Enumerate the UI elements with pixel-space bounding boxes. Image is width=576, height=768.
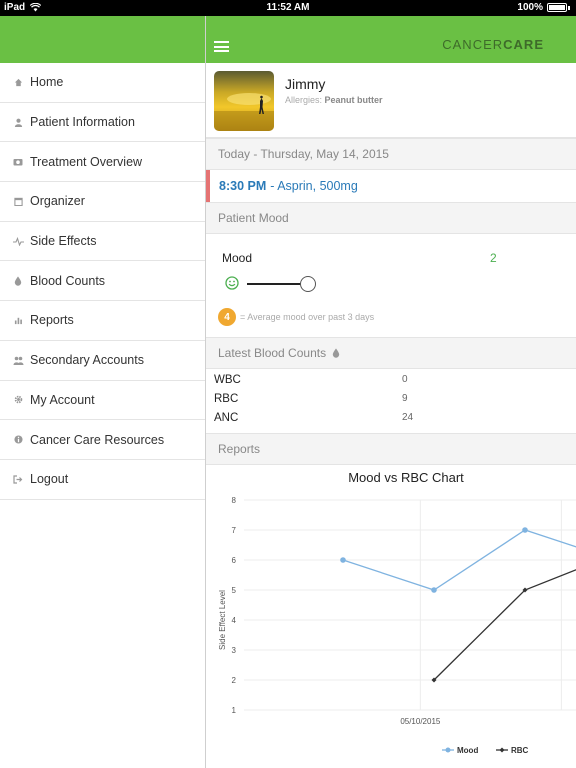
- y-tick-label: 3: [232, 646, 237, 655]
- pulse-icon: [12, 236, 24, 246]
- mood-vs-rbc-chart: Mood vs RBC Chart 1 2 3 4 5 6 7 8 05/10/2015 Side…: [206, 465, 576, 768]
- data-point: [340, 557, 346, 563]
- y-tick-label: 5: [232, 586, 237, 595]
- sidebar-item-label: Blood Counts: [30, 273, 106, 288]
- medication-text: - Asprin, 500mg: [270, 179, 358, 193]
- sidebar-item-label: My Account: [30, 392, 95, 407]
- camera-icon: [12, 157, 24, 166]
- sidebar-item-cancer-care-resources[interactable]: Cancer Care Resources: [0, 420, 205, 460]
- sidebar-item-patient-information[interactable]: Patient Information: [0, 103, 205, 143]
- sidebar-item-label: Patient Information: [30, 115, 135, 130]
- person-icon: [12, 118, 24, 127]
- sidebar-item-label: Side Effects: [30, 234, 97, 249]
- mood-value: 2: [490, 251, 497, 265]
- legend-item: Mood: [442, 746, 478, 755]
- y-tick-label: 6: [232, 556, 237, 565]
- sidebar-item-blood-counts[interactable]: Blood Counts: [0, 261, 205, 302]
- bar-chart-icon: [12, 316, 24, 325]
- avatar[interactable]: [214, 71, 274, 131]
- app-header: CANCERCARE: [206, 16, 576, 63]
- legend-label: RBC: [511, 746, 529, 755]
- battery-icon: [547, 3, 567, 12]
- sidebar-item-secondary-accounts[interactable]: Secondary Accounts: [0, 341, 205, 381]
- mood-label: Mood: [222, 251, 253, 265]
- allergies: Allergies: Peanut butter: [285, 95, 383, 105]
- people-icon: [12, 356, 24, 365]
- mood-slider-thumb[interactable]: [300, 276, 316, 292]
- smiley-icon: [225, 276, 239, 290]
- today-header: Today - Thursday, May 14, 2015: [206, 138, 576, 170]
- average-mood-badge: 4: [218, 308, 236, 326]
- mood-section: Mood 2 4 = Average mood over past 3 days: [206, 234, 576, 337]
- gear-icon: [12, 395, 24, 404]
- blood-counts-table: WBC 0 RBC 9 ANC 24: [206, 369, 576, 433]
- sidebar-item-label: Logout: [30, 472, 69, 487]
- y-axis-label: Side Effect Level: [218, 590, 227, 650]
- x-tick-label: 05/10/2015: [400, 717, 441, 726]
- sidebar-item-organizer[interactable]: Organizer: [0, 182, 205, 222]
- patient-name: Jimmy: [285, 76, 326, 92]
- status-time: 11:52 AM: [266, 2, 310, 13]
- sidebar-item-side-effects[interactable]: Side Effects: [0, 222, 205, 262]
- menu-icon[interactable]: [214, 41, 229, 52]
- y-tick-label: 8: [232, 496, 237, 505]
- logout-icon: [12, 475, 24, 484]
- sidebar-item-label: Cancer Care Resources: [30, 432, 165, 447]
- sidebar-item-label: Reports: [30, 313, 74, 328]
- sidebar-item-label: Home: [30, 75, 64, 90]
- y-tick-label: 1: [232, 706, 237, 715]
- patient-profile: Jimmy Allergies: Peanut butter: [206, 63, 576, 138]
- legend-marker: [499, 747, 505, 753]
- info-icon: [12, 435, 24, 444]
- sidebar-item-home[interactable]: Home: [0, 63, 205, 103]
- table-row: WBC 0: [214, 374, 408, 386]
- patient-mood-header: Patient Mood: [206, 202, 576, 234]
- sidebar-item-label: Secondary Accounts: [30, 353, 144, 368]
- home-icon: [12, 78, 24, 87]
- medication-reminder[interactable]: 8:30 PM - Asprin, 500mg: [206, 170, 576, 202]
- y-tick-label: 7: [232, 526, 237, 535]
- chart-svg: 1 2 3 4 5 6 7 8 05/10/2015 Side Effect Level Mood R…: [218, 496, 576, 755]
- y-tick-label: 4: [232, 616, 237, 625]
- calendar-icon: [12, 197, 24, 206]
- sidebar-item-label: Treatment Overview: [30, 154, 143, 169]
- sidebar-item-logout[interactable]: Logout: [0, 460, 205, 500]
- legend-marker: [445, 747, 451, 753]
- medication-time: 8:30 PM: [219, 179, 267, 193]
- series-line: [433, 569, 576, 681]
- sidebar-item-label: Organizer: [30, 194, 85, 209]
- series-rbc: [431, 569, 576, 683]
- y-tick-label: 2: [232, 676, 237, 685]
- status-bar: iPad 11:52 AM 100%: [0, 0, 576, 16]
- average-mood-text: = Average mood over past 3 days: [240, 312, 375, 322]
- reports-header: Reports: [206, 433, 576, 465]
- main-content: CANCERCARE Jimmy Allergies: Peanut butte…: [206, 16, 576, 768]
- brand-logo: CANCERCARE: [442, 37, 544, 52]
- sidebar-nav: Home Patient Information Treatment Overv…: [0, 63, 205, 500]
- sidebar-item-treatment-overview[interactable]: Treatment Overview: [0, 142, 205, 183]
- sidebar-item-my-account[interactable]: My Account: [0, 381, 205, 421]
- table-row: RBC 9: [214, 393, 408, 405]
- sidebar-header: [0, 16, 205, 63]
- table-row: ANC 24: [214, 412, 414, 424]
- data-point: [431, 587, 437, 593]
- sidebar: Home Patient Information Treatment Overv…: [0, 16, 206, 768]
- battery-percent: 100%: [517, 2, 543, 13]
- drop-icon: [12, 276, 24, 286]
- data-point: [522, 527, 528, 533]
- sidebar-item-reports[interactable]: Reports: [0, 301, 205, 341]
- legend-item: RBC: [496, 746, 529, 755]
- legend-label: Mood: [457, 746, 478, 755]
- drop-icon: [332, 348, 340, 358]
- blood-counts-header: Latest Blood Counts: [206, 337, 576, 369]
